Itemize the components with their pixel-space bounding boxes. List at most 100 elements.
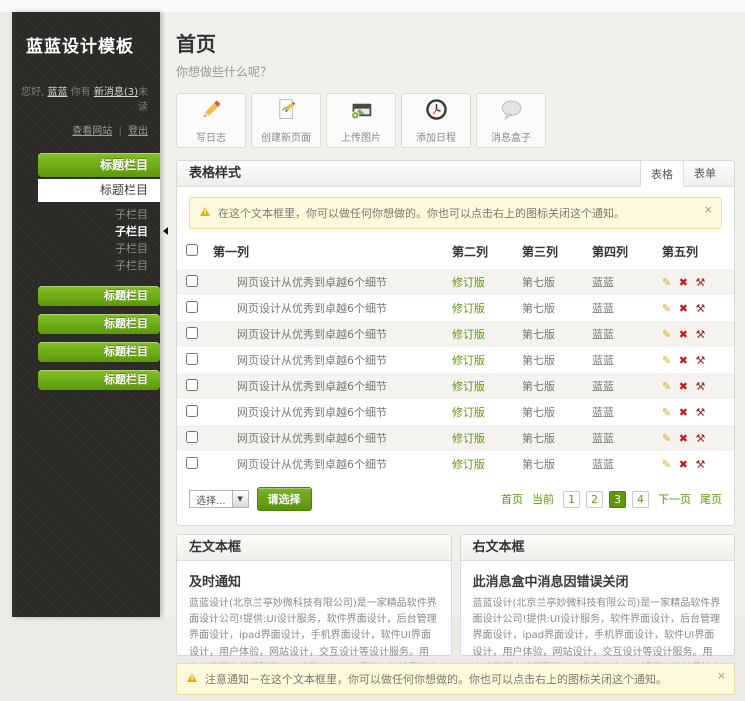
pagination-next[interactable]: 下一页: [658, 491, 691, 507]
create-page-button[interactable]: 创建新页面: [251, 93, 321, 148]
column-header[interactable]: 第三列: [516, 235, 586, 269]
upload-image-button[interactable]: 上传图片: [326, 93, 396, 148]
greeting: 您好, 蓝蓝 你有 新消息(3)未读: [12, 83, 160, 113]
add-schedule-button[interactable]: 添加日程: [401, 93, 471, 148]
sidebar-section-button[interactable]: 标题栏目: [38, 314, 160, 334]
table-row: 网页设计从优秀到卓越6个细节 修订版 第七版 蓝蓝 ✎ ✖ ⚒: [177, 295, 734, 321]
revision-link[interactable]: 修订版: [452, 406, 485, 419]
tools-icon[interactable]: ⚒: [695, 302, 705, 315]
user-link[interactable]: 蓝蓝: [47, 87, 67, 98]
notice-text: 在这个文本框里，你可以做任何你想做的。你也可以点击右上的图标关闭这个通知。: [218, 207, 625, 220]
table-header-row: 第一列 第二列 第三列 第四列 第五列: [177, 235, 734, 269]
edit-pencil-icon[interactable]: ✎: [662, 276, 671, 289]
author-cell: 蓝蓝: [586, 347, 656, 373]
main-content: 首页 你想做些什么呢？ 写日志: [160, 12, 745, 617]
select-all-checkbox[interactable]: [186, 244, 198, 256]
sidebar-section-button[interactable]: 标题栏目: [38, 370, 160, 390]
pencil-icon: [199, 97, 224, 126]
sidebar-sub-item[interactable]: 子栏目: [12, 206, 160, 223]
edit-pencil-icon[interactable]: ✎: [662, 328, 671, 341]
revision-link[interactable]: 修订版: [452, 458, 485, 471]
column-header[interactable]: 第二列: [446, 235, 516, 269]
pagination-page-button[interactable]: 3: [609, 491, 626, 508]
sidebar-sub-item[interactable]: 子栏目: [12, 257, 160, 274]
write-blog-button[interactable]: 写日志: [176, 93, 246, 148]
column-header[interactable]: 第四列: [586, 235, 656, 269]
row-checkbox[interactable]: [186, 275, 198, 287]
delete-x-icon[interactable]: ✖: [679, 276, 688, 289]
row-checkbox[interactable]: [186, 379, 198, 391]
right-panel-header: 右文本框: [461, 535, 735, 561]
revision-link[interactable]: 修订版: [452, 380, 485, 393]
tools-icon[interactable]: ⚒: [695, 458, 705, 471]
tab[interactable]: 表单: [684, 160, 726, 187]
row-checkbox[interactable]: [186, 301, 198, 313]
table-panel: 表格样式 表格 表单 在这个文本框里，你可以做任何你想做的。你也可以点击右上的图…: [176, 160, 735, 526]
row-checkbox[interactable]: [186, 353, 198, 365]
new-page-icon: [274, 97, 299, 126]
chevron-down-icon[interactable]: ▼: [232, 491, 248, 507]
row-checkbox[interactable]: [186, 431, 198, 443]
apply-selection-button[interactable]: 请选择: [257, 487, 312, 511]
tools-icon[interactable]: ⚒: [695, 276, 705, 289]
delete-x-icon[interactable]: ✖: [679, 354, 688, 367]
edit-pencil-icon[interactable]: ✎: [662, 302, 671, 315]
edit-pencil-icon[interactable]: ✎: [662, 380, 671, 393]
row-checkbox[interactable]: [186, 327, 198, 339]
page-subtitle: 你想做些什么呢？: [176, 63, 745, 80]
sidebar-section-button-top[interactable]: 标题栏目: [38, 153, 160, 177]
version-cell: 第七版: [516, 373, 586, 399]
tools-icon[interactable]: ⚒: [695, 354, 705, 367]
sidebar-section-button[interactable]: 标题栏目: [38, 286, 160, 306]
table-footer: 选择... ▼ 请选择 首页 当前 1 2 3 4: [177, 477, 734, 525]
pagination-last[interactable]: 尾页: [700, 491, 722, 507]
sidebar-item-active[interactable]: 标题栏目: [38, 179, 160, 202]
warning-icon: [187, 673, 197, 682]
tools-icon[interactable]: ⚒: [695, 380, 705, 393]
pagination-page-button[interactable]: 1: [563, 491, 580, 508]
edit-pencil-icon[interactable]: ✎: [662, 458, 671, 471]
row-title-cell: 网页设计从优秀到卓越6个细节: [207, 373, 446, 399]
delete-x-icon[interactable]: ✖: [679, 432, 688, 445]
delete-x-icon[interactable]: ✖: [679, 458, 688, 471]
clock-icon: [424, 97, 449, 126]
pagination-first[interactable]: 首页: [501, 491, 523, 507]
close-icon[interactable]: ×: [704, 203, 713, 216]
column-header[interactable]: 第五列: [656, 235, 734, 269]
logout-link[interactable]: 登出: [128, 126, 148, 137]
view-site-link[interactable]: 查看网站: [72, 126, 112, 137]
revision-link[interactable]: 修订版: [452, 432, 485, 445]
revision-link[interactable]: 修订版: [452, 354, 485, 367]
table-row: 网页设计从优秀到卓越6个细节 修订版 第七版 蓝蓝 ✎ ✖ ⚒: [177, 321, 734, 347]
bulk-action-select[interactable]: 选择... ▼: [189, 490, 249, 508]
close-icon[interactable]: ×: [717, 669, 726, 682]
revision-link[interactable]: 修订版: [452, 302, 485, 315]
delete-x-icon[interactable]: ✖: [679, 328, 688, 341]
delete-x-icon[interactable]: ✖: [679, 380, 688, 393]
tools-icon[interactable]: ⚒: [695, 432, 705, 445]
tab[interactable]: 表格: [640, 160, 684, 187]
edit-pencil-icon[interactable]: ✎: [662, 432, 671, 445]
message-box-button[interactable]: 消息盒子: [476, 93, 546, 148]
tools-icon[interactable]: ⚒: [695, 406, 705, 419]
column-header[interactable]: 第一列: [207, 235, 446, 269]
row-checkbox[interactable]: [186, 457, 198, 469]
sidebar-section-button[interactable]: 标题栏目: [38, 342, 160, 362]
sidebar-sub-item[interactable]: 子栏目: [12, 223, 160, 240]
delete-x-icon[interactable]: ✖: [679, 302, 688, 315]
edit-pencil-icon[interactable]: ✎: [662, 354, 671, 367]
delete-x-icon[interactable]: ✖: [679, 406, 688, 419]
sidebar-sub-item[interactable]: 子栏目: [12, 240, 160, 257]
row-checkbox[interactable]: [186, 405, 198, 417]
pagination-page-button[interactable]: 4: [632, 491, 649, 508]
messages-link[interactable]: 新消息(3): [94, 87, 138, 98]
table-notice: 在这个文本框里，你可以做任何你想做的。你也可以点击右上的图标关闭这个通知。 ×: [189, 197, 722, 229]
page-title: 首页: [176, 28, 745, 57]
revision-link[interactable]: 修订版: [452, 328, 485, 341]
tools-icon[interactable]: ⚒: [695, 328, 705, 341]
version-cell: 第七版: [516, 399, 586, 425]
revision-link[interactable]: 修订版: [452, 276, 485, 289]
edit-pencil-icon[interactable]: ✎: [662, 406, 671, 419]
pagination-page-button[interactable]: 2: [586, 491, 603, 508]
author-cell: 蓝蓝: [586, 425, 656, 451]
